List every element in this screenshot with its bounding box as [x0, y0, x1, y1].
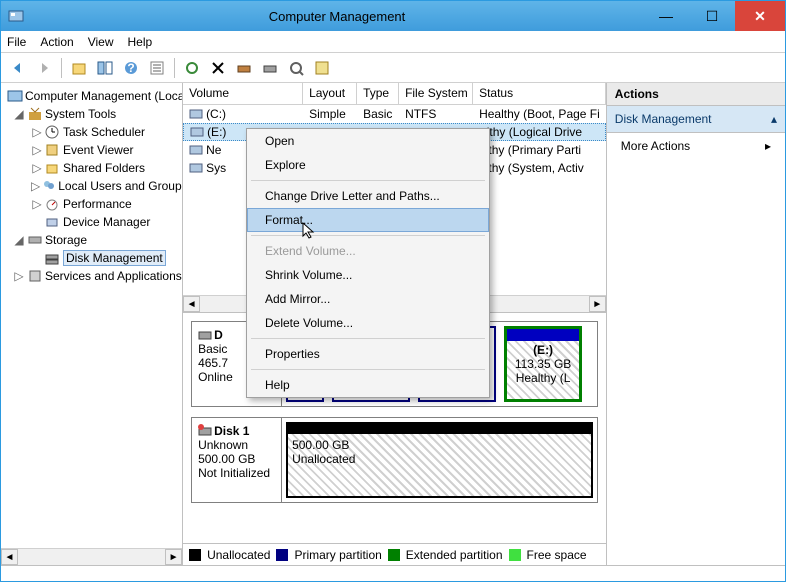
- chevron-right-icon: ▸: [765, 139, 771, 153]
- action3-button[interactable]: [285, 57, 307, 79]
- ctx-open[interactable]: Open: [247, 129, 489, 153]
- actions-header: Actions: [607, 83, 785, 106]
- app-icon: [1, 8, 31, 24]
- tree-pane: Computer Management (Local ◢System Tools…: [1, 83, 183, 565]
- tree-local-users[interactable]: ▷Local Users and Groups: [1, 177, 182, 195]
- disk0-title: D: [214, 328, 223, 342]
- maximize-button[interactable]: ☐: [689, 1, 735, 31]
- action2-button[interactable]: [259, 57, 281, 79]
- disk1-size: 500.00 GB: [198, 452, 275, 466]
- minimize-button[interactable]: —: [643, 1, 689, 31]
- tree-services[interactable]: ▷Services and Applications: [1, 267, 182, 285]
- col-volume[interactable]: Volume: [183, 83, 303, 104]
- action1-button[interactable]: [233, 57, 255, 79]
- legend-swatch-free: [509, 549, 521, 561]
- disk0-part-e[interactable]: (E:)113.35 GBHealthy (L: [504, 326, 582, 402]
- ctx-shrink[interactable]: Shrink Volume...: [247, 263, 489, 287]
- ctx-help[interactable]: Help: [247, 373, 489, 397]
- legend-primary: Primary partition: [294, 548, 381, 562]
- toolbar: ?: [1, 53, 785, 83]
- tree-shared-folders[interactable]: ▷Shared Folders: [1, 159, 182, 177]
- disk-icon: [198, 328, 212, 342]
- actions-section[interactable]: Disk Management▴: [607, 106, 785, 133]
- legend-swatch-ext: [388, 549, 400, 561]
- disk1-status: Not Initialized: [198, 466, 275, 480]
- title-bar: Computer Management — ☐ ✕: [1, 1, 785, 31]
- properties-button[interactable]: [146, 57, 168, 79]
- tree-storage[interactable]: ◢Storage: [1, 231, 182, 249]
- menu-bar: File Action View Help: [1, 31, 785, 53]
- back-button[interactable]: [7, 57, 29, 79]
- menu-help[interactable]: Help: [128, 35, 153, 49]
- ctx-explore[interactable]: Explore: [247, 153, 489, 177]
- window-title: Computer Management: [31, 9, 643, 24]
- legend-swatch-unalloc: [189, 549, 201, 561]
- disk1-type: Unknown: [198, 438, 275, 452]
- tree-event-viewer[interactable]: ▷Event Viewer: [1, 141, 182, 159]
- help-button[interactable]: ?: [120, 57, 142, 79]
- ctx-change-letter[interactable]: Change Drive Letter and Paths...: [247, 184, 489, 208]
- volume-row[interactable]: (C:)SimpleBasicNTFSHealthy (Boot, Page F…: [183, 105, 606, 123]
- status-bar: [1, 565, 785, 583]
- collapse-icon: ▴: [771, 112, 777, 126]
- action4-button[interactable]: [311, 57, 333, 79]
- col-filesystem[interactable]: File System: [399, 83, 473, 104]
- menu-view[interactable]: View: [88, 35, 114, 49]
- volume-header: Volume Layout Type File System Status: [183, 83, 606, 105]
- ctx-add-mirror[interactable]: Add Mirror...: [247, 287, 489, 311]
- close-button[interactable]: ✕: [735, 1, 785, 31]
- tree-hscroll[interactable]: ◄►: [1, 548, 182, 565]
- legend: Unallocated Primary partition Extended p…: [183, 543, 606, 565]
- refresh-button[interactable]: [181, 57, 203, 79]
- legend-free: Free space: [527, 548, 587, 562]
- show-hide-button[interactable]: [94, 57, 116, 79]
- actions-pane: Actions Disk Management▴ More Actions▸: [607, 83, 785, 565]
- svg-text:?: ?: [127, 61, 134, 75]
- actions-more[interactable]: More Actions▸: [607, 133, 785, 159]
- forward-button[interactable]: [33, 57, 55, 79]
- col-type[interactable]: Type: [357, 83, 399, 104]
- tree-system-tools[interactable]: ◢System Tools: [1, 105, 182, 123]
- delete-icon[interactable]: [207, 57, 229, 79]
- menu-action[interactable]: Action: [40, 35, 73, 49]
- ctx-format[interactable]: Format...: [247, 208, 489, 232]
- tree-performance[interactable]: ▷Performance: [1, 195, 182, 213]
- disk1-unallocated[interactable]: 500.00 GBUnallocated: [286, 422, 593, 498]
- up-button[interactable]: [68, 57, 90, 79]
- context-menu: Open Explore Change Drive Letter and Pat…: [246, 128, 490, 398]
- legend-unallocated: Unallocated: [207, 548, 270, 562]
- disk-offline-icon: [198, 424, 212, 438]
- tree-disk-management[interactable]: Disk Management: [1, 249, 182, 267]
- menu-file[interactable]: File: [7, 35, 26, 49]
- legend-extended: Extended partition: [406, 548, 503, 562]
- tree-task-scheduler[interactable]: ▷Task Scheduler: [1, 123, 182, 141]
- col-status[interactable]: Status: [473, 83, 606, 104]
- col-layout[interactable]: Layout: [303, 83, 357, 104]
- ctx-properties[interactable]: Properties: [247, 342, 489, 366]
- disk1-info: Disk 1 Unknown 500.00 GB Not Initialized: [192, 418, 282, 502]
- disk1-row: Disk 1 Unknown 500.00 GB Not Initialized…: [191, 417, 598, 503]
- tree-root[interactable]: Computer Management (Local: [1, 87, 182, 105]
- disk1-title: Disk 1: [214, 424, 249, 438]
- legend-swatch-primary: [276, 549, 288, 561]
- ctx-delete[interactable]: Delete Volume...: [247, 311, 489, 335]
- ctx-extend: Extend Volume...: [247, 239, 489, 263]
- tree-device-manager[interactable]: Device Manager: [1, 213, 182, 231]
